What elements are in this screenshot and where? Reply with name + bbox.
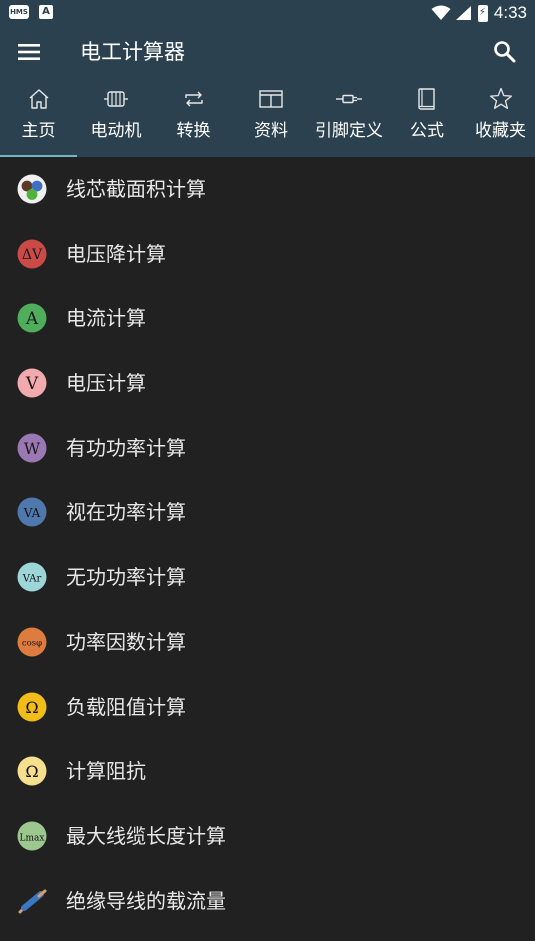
tab-formulas-label: 公式 [410, 121, 444, 141]
impedance-icon: Ω [17, 756, 47, 786]
list-item-wire-cross-section[interactable]: 线芯截面积计算 [0, 157, 535, 222]
tab-home[interactable]: 主页 [0, 82, 77, 157]
tab-pinout-label: 引脚定义 [315, 121, 383, 141]
list-item-label: 视在功率计算 [66, 500, 186, 525]
list-item-impedance[interactable]: Ω 计算阻抗 [0, 739, 535, 804]
cell-signal-icon [455, 6, 471, 20]
current-glyph: A [25, 309, 39, 329]
list-item-label: 电压计算 [66, 371, 146, 396]
status-bar-right: ⚡ 4:33 [431, 2, 527, 24]
list-item-label: 最大线缆长度计算 [66, 823, 226, 848]
max-cable-length-glyph: Lmax [20, 833, 45, 843]
calculator-list: 线芯截面积计算 ΔV 电压降计算 A 电流计算 V 电压计算 W 有功功率计算 [0, 157, 535, 933]
load-resistance-icon: Ω [17, 692, 47, 721]
status-bar: HMS A ⚡ 4:33 [0, 0, 535, 26]
list-item-label: 计算阻抗 [66, 759, 146, 784]
list-item-voltage-drop[interactable]: ΔV 电压降计算 [0, 222, 535, 287]
repeat-icon [184, 91, 203, 107]
tab-favorites[interactable]: 收藏夹 [466, 82, 535, 157]
home-icon [29, 89, 48, 109]
impedance-glyph: Ω [25, 762, 38, 781]
list-item-apparent-power[interactable]: VA 视在功率计算 [0, 480, 535, 545]
app-notification-icon: A [39, 5, 53, 19]
list-item-label: 线芯截面积计算 [66, 177, 206, 201]
list-item-label: 有功功率计算 [66, 435, 186, 460]
battery-charging-icon: ⚡ [478, 6, 486, 18]
tab-home-label: 主页 [21, 121, 56, 141]
list-item-reactive-power[interactable]: VAr 无功功率计算 [0, 545, 535, 610]
search-icon[interactable] [487, 34, 523, 70]
tab-convert-label: 转换 [176, 121, 211, 141]
tab-motor-label: 电动机 [90, 121, 142, 141]
list-item-current[interactable]: A 电流计算 [0, 286, 535, 351]
list-item-label: 负载阻值计算 [66, 694, 186, 719]
list-item-label: 无功功率计算 [66, 565, 186, 590]
app-title: 电工计算器 [80, 40, 185, 64]
book-icon [418, 88, 435, 110]
table-icon [259, 90, 283, 108]
power-factor-glyph: cosφ [22, 638, 42, 648]
reactive-power-icon: VAr [17, 562, 47, 592]
max-cable-length-icon: Lmax [17, 821, 47, 851]
current-icon: A [17, 303, 47, 333]
wifi-icon [431, 5, 451, 20]
list-item-label: 电压降计算 [66, 241, 166, 266]
tab-formulas[interactable]: 公式 [388, 82, 466, 157]
list-item-label: 功率因数计算 [66, 629, 186, 654]
tab-pinout[interactable]: 引脚定义 [310, 82, 388, 157]
voltage-icon: V [17, 368, 47, 398]
list-item-insulated-wire-ampacity[interactable]: 绝缘导线的载流量 [0, 869, 535, 934]
battery-icon: ⚡ [477, 4, 488, 22]
hamburger-menu-icon[interactable] [12, 34, 48, 70]
app-header: HMS A ⚡ 4:33 电工计算器 主页 电动机 转换 资料 引脚定义 公式 … [0, 0, 535, 157]
hms-notification-icon: HMS [9, 5, 29, 19]
motor-icon [104, 91, 128, 107]
list-item-label: 电流计算 [66, 306, 146, 331]
tab-motor[interactable]: 电动机 [77, 82, 155, 157]
tab-resources[interactable]: 资料 [232, 82, 310, 157]
voltage-glyph: V [25, 374, 39, 394]
list-item-max-cable-length[interactable]: Lmax 最大线缆长度计算 [0, 804, 535, 869]
tab-bar: 主页 电动机 转换 资料 引脚定义 公式 收藏夹 [0, 82, 535, 157]
list-item-power-factor[interactable]: cosφ 功率因数计算 [0, 610, 535, 675]
load-resistance-glyph: Ω [25, 698, 38, 717]
list-item-load-resistance[interactable]: Ω 负载阻值计算 [0, 675, 535, 740]
voltage-drop-icon: ΔV [17, 239, 47, 269]
apparent-power-glyph: VA [23, 506, 41, 520]
status-time: 4:33 [493, 3, 527, 22]
voltage-drop-glyph: ΔV [22, 247, 43, 263]
toolbar: 电工计算器 [0, 26, 535, 78]
list-item-label: 绝缘导线的载流量 [66, 888, 226, 913]
tab-convert[interactable]: 转换 [155, 82, 232, 157]
reactive-power-glyph: VAr [22, 574, 42, 585]
tab-resources-label: 资料 [254, 121, 288, 141]
active-power-icon: W [17, 433, 47, 463]
power-factor-icon: cosφ [17, 627, 47, 657]
active-power-glyph: W [24, 439, 41, 458]
apparent-power-icon: VA [17, 497, 47, 527]
list-item-voltage[interactable]: V 电压计算 [0, 351, 535, 416]
connector-icon [336, 94, 362, 104]
list-item-active-power[interactable]: W 有功功率计算 [0, 416, 535, 481]
wire-cores-icon [17, 174, 47, 204]
star-icon [489, 87, 512, 109]
tab-favorites-label: 收藏夹 [475, 121, 526, 141]
insulated-wire-icon [18, 889, 47, 914]
